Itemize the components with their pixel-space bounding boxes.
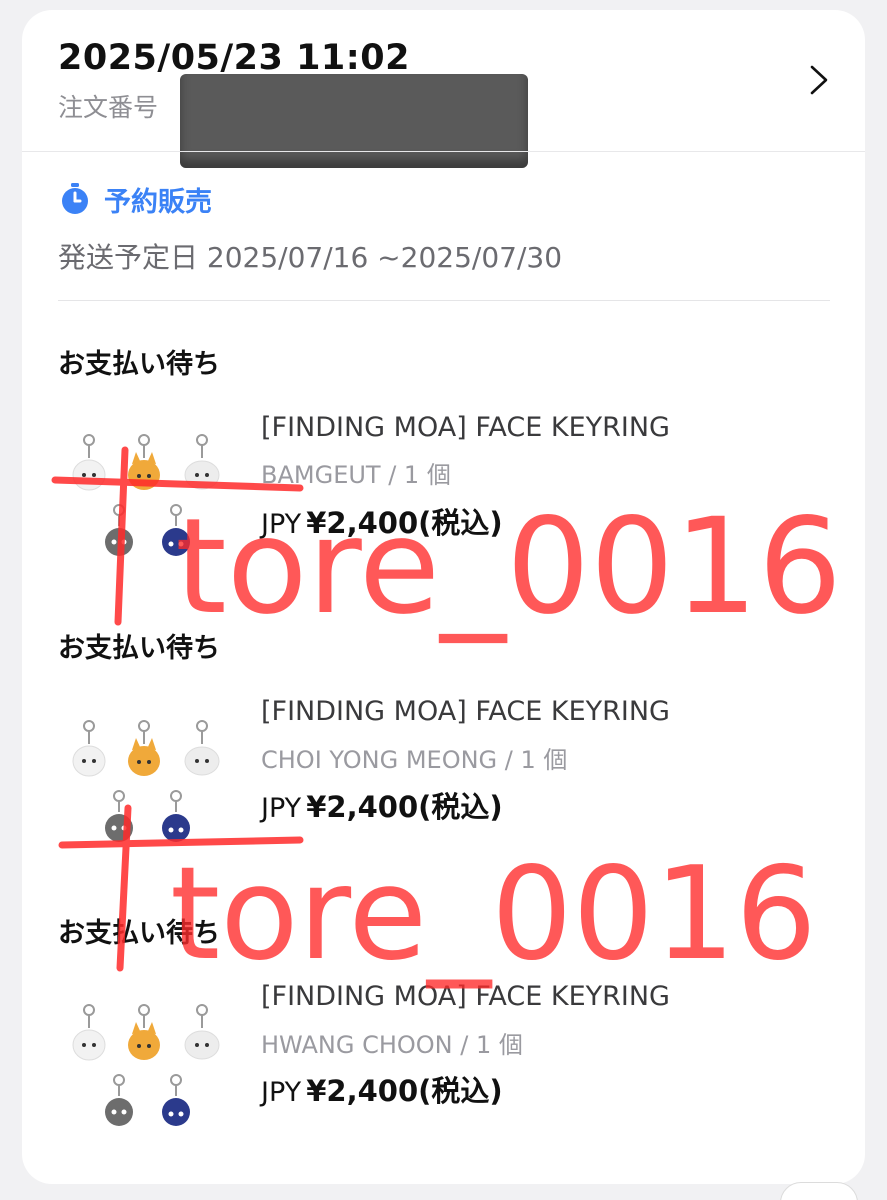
product-title[interactable]: [FINDING MOA] FACE KEYRING [261, 412, 670, 443]
payment-status: お支払い待ち [58, 349, 220, 380]
header-divider [22, 151, 865, 152]
product-variant: BAMGEUT / 1 個 [261, 461, 451, 489]
payment-status: お支払い待ち [58, 918, 220, 949]
price-amount: ¥2,400(税込) [306, 1074, 503, 1108]
order-datetime: 2025/05/23 11:02 [58, 38, 410, 78]
product-variant: HWANG CHOON / 1 個 [261, 1031, 523, 1059]
product-price: JPY ¥2,400(税込) [261, 784, 503, 826]
order-number-label: 注文番号 [58, 93, 159, 122]
ship-date: 発送予定日 2025/07/16 ~2025/07/30 [58, 241, 563, 274]
chevron-right-icon[interactable] [804, 62, 834, 98]
product-price: JPY ¥2,400(税込) [261, 1068, 503, 1110]
order-history-page: 2025/05/23 11:02 注文番号 予約販売 発送予定日 2025/07… [0, 0, 887, 1200]
product-price: JPY ¥2,400(税込) [261, 500, 503, 542]
order-card[interactable]: 2025/05/23 11:02 注文番号 予約販売 発送予定日 2025/07… [22, 10, 865, 1184]
price-currency: JPY [261, 509, 302, 540]
floating-button[interactable] [780, 1182, 858, 1200]
price-currency: JPY [261, 1077, 302, 1108]
order-header[interactable]: 2025/05/23 11:02 注文番号 [22, 10, 865, 168]
product-title[interactable]: [FINDING MOA] FACE KEYRING [261, 696, 670, 727]
price-amount: ¥2,400(税込) [306, 506, 503, 540]
product-thumbnail[interactable] [72, 430, 222, 560]
payment-status: お支払い待ち [58, 633, 220, 664]
product-thumbnail[interactable] [72, 716, 222, 846]
price-currency: JPY [261, 793, 302, 824]
stopwatch-icon [62, 183, 88, 214]
redacted-order-number [180, 74, 528, 168]
product-title[interactable]: [FINDING MOA] FACE KEYRING [261, 981, 670, 1012]
section-divider [58, 300, 830, 301]
price-amount: ¥2,400(税込) [306, 790, 503, 824]
preorder-label: 予約販売 [104, 187, 212, 218]
product-thumbnail[interactable] [72, 1000, 222, 1130]
product-variant: CHOI YONG MEONG / 1 個 [261, 746, 568, 774]
